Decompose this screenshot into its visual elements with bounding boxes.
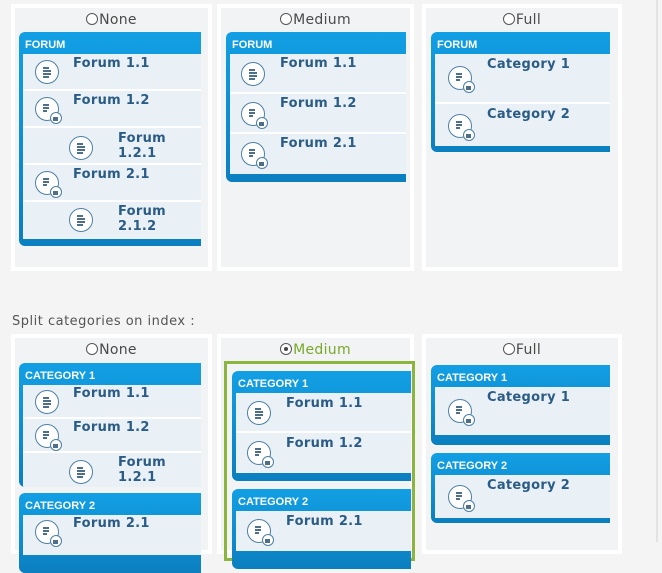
category-block: CATEGORY 2 Category 2 bbox=[431, 453, 610, 523]
forum-layout-option-full[interactable]: Full FORUM Category 1 Category 2 bbox=[422, 4, 622, 271]
option-title[interactable]: Full bbox=[426, 342, 618, 358]
forum-icon bbox=[35, 60, 59, 84]
category-row[interactable]: Category 1 bbox=[435, 387, 610, 435]
category-block: FORUM Forum 1.1 Forum 1.2 Forum 1.2.1 Fo… bbox=[19, 32, 201, 246]
forum-subforums-icon bbox=[35, 520, 62, 547]
forum-subforums-icon bbox=[247, 441, 274, 468]
category-body: Forum 2.1 bbox=[23, 515, 201, 555]
forum-subforums-icon bbox=[241, 142, 268, 169]
forum-row[interactable]: Forum 1.2 bbox=[230, 94, 406, 134]
radio-button-checked[interactable] bbox=[280, 343, 293, 355]
split-option-medium[interactable]: Medium CATEGORY 1 Forum 1.1 Forum 1.2 CA… bbox=[217, 334, 415, 569]
forum-layout-option-none[interactable]: None FORUM Forum 1.1 Forum 1.2 Forum 1.2… bbox=[11, 4, 212, 271]
radio-button[interactable] bbox=[86, 13, 99, 25]
forum-icon bbox=[69, 208, 93, 232]
forum-subforums-icon bbox=[448, 399, 475, 426]
category-header: CATEGORY 2 bbox=[238, 496, 309, 508]
option-title[interactable]: Medium bbox=[221, 12, 410, 28]
category-header: FORUM bbox=[232, 39, 273, 51]
subforum-row[interactable]: Forum 1.2.1 bbox=[23, 128, 201, 165]
category-body: Category 1 bbox=[435, 387, 610, 435]
forum-row[interactable]: Forum 2.1 bbox=[23, 165, 201, 202]
category-block: CATEGORY 2 Forum 2.1 bbox=[19, 493, 201, 573]
category-row[interactable]: Category 2 bbox=[435, 104, 610, 146]
category-block: CATEGORY 1 Forum 1.1 Forum 1.2 Forum 1.2… bbox=[19, 363, 201, 487]
category-block: CATEGORY 1 Category 1 bbox=[431, 365, 610, 445]
forum-subforums-icon bbox=[35, 424, 62, 451]
forum-row[interactable]: Forum 1.2 bbox=[236, 433, 411, 473]
forum-row[interactable]: Forum 1.2 bbox=[23, 91, 201, 128]
category-header: CATEGORY 2 bbox=[25, 500, 96, 512]
radio-button[interactable] bbox=[86, 343, 99, 355]
subforum-row[interactable]: Forum 1.2.1 bbox=[23, 453, 201, 487]
category-block: FORUM Category 1 Category 2 bbox=[431, 32, 610, 152]
category-header: CATEGORY 1 bbox=[437, 372, 508, 384]
forum-layout-option-medium[interactable]: Medium FORUM Forum 1.1 Forum 1.2 Forum 2… bbox=[217, 4, 414, 271]
option-title[interactable]: Full bbox=[426, 12, 618, 28]
category-body: Forum 1.1 Forum 1.2 Forum 2.1 bbox=[230, 54, 406, 174]
category-block: FORUM Forum 1.1 Forum 1.2 Forum 2.1 bbox=[226, 32, 406, 182]
forum-row[interactable]: Forum 2.1 bbox=[230, 134, 406, 174]
page-right-border bbox=[656, 0, 658, 542]
category-body: Forum 1.1 Forum 1.2 Forum 1.2.1 Forum 2.… bbox=[23, 54, 201, 239]
forum-icon bbox=[247, 401, 271, 425]
category-body: Forum 1.1 Forum 1.2 bbox=[236, 393, 411, 473]
category-block: CATEGORY 2 Forum 2.1 bbox=[232, 489, 411, 569]
option-title[interactable]: None bbox=[15, 12, 208, 28]
category-row[interactable]: Category 1 bbox=[435, 54, 610, 104]
category-header: FORUM bbox=[25, 39, 66, 51]
forum-subforums-icon bbox=[448, 485, 475, 512]
forum-subforums-icon bbox=[448, 114, 475, 141]
radio-button[interactable] bbox=[502, 343, 515, 355]
category-row[interactable]: Category 2 bbox=[435, 475, 610, 518]
forum-icon bbox=[69, 136, 93, 160]
forum-subforums-icon bbox=[448, 66, 475, 93]
forum-row[interactable]: Forum 1.1 bbox=[23, 385, 201, 419]
forum-icon bbox=[69, 460, 93, 484]
category-body: Forum 2.1 bbox=[236, 511, 411, 551]
forum-subforums-icon bbox=[241, 102, 268, 129]
forum-row[interactable]: Forum 1.2 bbox=[23, 419, 201, 453]
category-body: Forum 1.1 Forum 1.2 Forum 1.2.1 bbox=[23, 385, 201, 487]
forum-row[interactable]: Forum 1.1 bbox=[230, 54, 406, 94]
category-body: Category 1 Category 2 bbox=[435, 54, 610, 146]
forum-icon bbox=[35, 390, 59, 414]
forum-icon bbox=[241, 62, 265, 86]
category-header: CATEGORY 1 bbox=[238, 378, 309, 390]
forum-row[interactable]: Forum 2.1 bbox=[23, 515, 201, 555]
forum-subforums-icon bbox=[247, 519, 274, 546]
category-header: CATEGORY 2 bbox=[437, 460, 508, 472]
category-block: CATEGORY 1 Forum 1.1 Forum 1.2 bbox=[232, 371, 411, 481]
forum-row[interactable]: Forum 1.1 bbox=[23, 54, 201, 91]
subforum-row[interactable]: Forum 2.1.2 bbox=[23, 202, 201, 239]
category-header: FORUM bbox=[437, 39, 478, 51]
radio-button[interactable] bbox=[280, 13, 293, 25]
option-title[interactable]: None bbox=[15, 342, 208, 358]
forum-subforums-icon bbox=[35, 97, 62, 124]
split-option-full[interactable]: Full CATEGORY 1 Category 1 CATEGORY 2 Ca… bbox=[422, 334, 622, 554]
forum-row[interactable]: Forum 2.1 bbox=[236, 511, 411, 551]
option-title-selected[interactable]: Medium bbox=[221, 342, 410, 358]
forum-row[interactable]: Forum 1.1 bbox=[236, 393, 411, 433]
split-option-none[interactable]: None CATEGORY 1 Forum 1.1 Forum 1.2 Foru… bbox=[11, 334, 212, 573]
forum-subforums-icon bbox=[35, 171, 62, 198]
section-label: Split categories on index : bbox=[12, 314, 196, 329]
radio-button[interactable] bbox=[502, 13, 515, 25]
category-body: Category 2 bbox=[435, 475, 610, 518]
category-header: CATEGORY 1 bbox=[25, 370, 96, 382]
